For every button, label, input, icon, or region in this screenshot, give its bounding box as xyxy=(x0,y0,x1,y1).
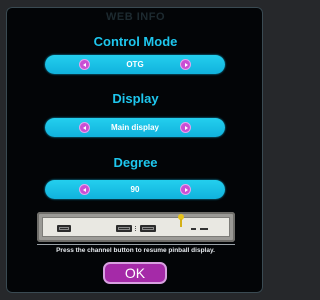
port-separator xyxy=(135,226,138,231)
divider xyxy=(37,244,235,245)
ok-button[interactable]: OK xyxy=(103,262,167,284)
dash-mark xyxy=(200,228,208,230)
degree-selector[interactable]: 90 xyxy=(45,180,225,199)
chevron-right-icon[interactable] xyxy=(180,184,191,195)
background-title: WEB INFO xyxy=(106,11,165,23)
display-title: Display xyxy=(112,91,159,106)
control-mode-selector[interactable]: OTG xyxy=(45,55,225,74)
dash-mark xyxy=(191,228,196,230)
degree-value: 90 xyxy=(130,185,140,194)
port-icon xyxy=(57,225,71,232)
port-icon xyxy=(116,225,132,232)
display-selector[interactable]: Main display xyxy=(45,118,225,137)
chevron-right-icon[interactable] xyxy=(180,122,191,133)
degree-title: Degree xyxy=(113,155,158,170)
port-icon xyxy=(140,225,156,232)
port-panel-inner xyxy=(42,214,230,237)
display-value: Main display xyxy=(110,123,159,132)
control-mode-value: OTG xyxy=(126,60,144,69)
control-mode-title: Control Mode xyxy=(93,34,178,49)
chevron-right-icon[interactable] xyxy=(180,59,191,70)
hint-text: Press the channel button to resume pinba… xyxy=(56,247,215,254)
indicator-pin-icon xyxy=(178,214,184,228)
port-panel-illustration xyxy=(37,212,235,242)
